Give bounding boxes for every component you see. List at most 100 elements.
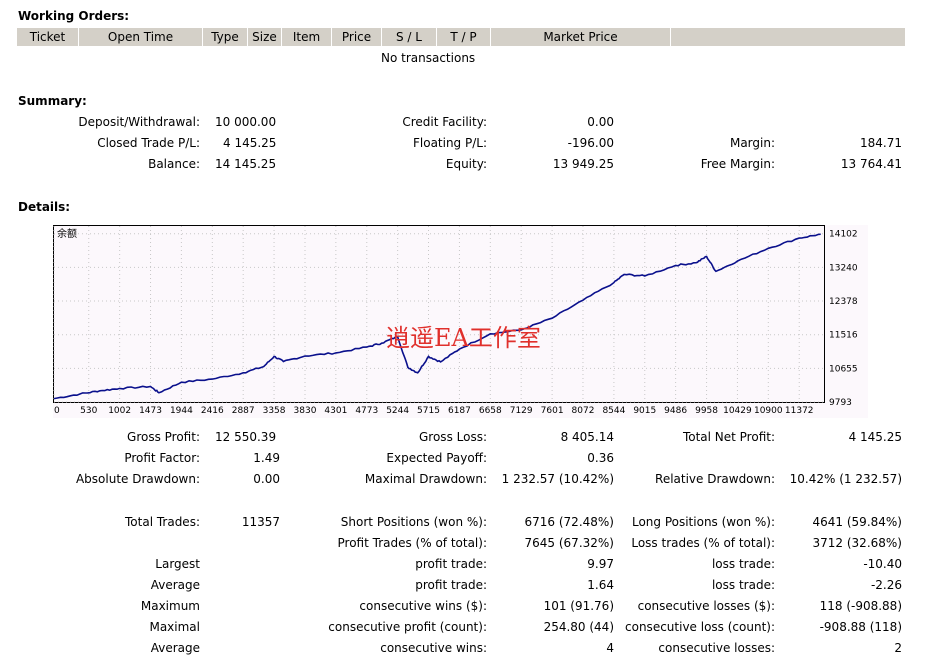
y-tick-label: 10655 bbox=[829, 364, 858, 374]
loss-trades-label: Loss trades (% of total): bbox=[631, 536, 775, 550]
average-loss-value: -2.26 bbox=[870, 578, 902, 592]
x-tick-label: 10900 bbox=[754, 406, 783, 416]
column-stop-loss[interactable]: S / L bbox=[382, 28, 437, 46]
max-cons-losses-value: 118 (-908.88) bbox=[819, 599, 902, 613]
x-tick-label: 5715 bbox=[417, 406, 440, 416]
column-blank bbox=[671, 28, 905, 46]
maximal-cons-profit-label: consecutive profit (count): bbox=[328, 620, 487, 634]
x-tick-label: 4301 bbox=[324, 406, 347, 416]
x-tick-label: 3358 bbox=[263, 406, 286, 416]
max-cons-losses-label: consecutive losses ($): bbox=[637, 599, 775, 613]
column-open-time[interactable]: Open Time bbox=[79, 28, 203, 46]
average-loss-label: loss trade: bbox=[711, 578, 775, 592]
summary-title: Summary: bbox=[18, 94, 87, 108]
x-tick-label: 1002 bbox=[108, 406, 131, 416]
short-positions-value: 6716 (72.48%) bbox=[524, 515, 614, 529]
total-net-profit-value: 4 145.25 bbox=[848, 430, 902, 444]
loss-trades-value: 3712 (32.68%) bbox=[812, 536, 902, 550]
column-price[interactable]: Price bbox=[332, 28, 382, 46]
x-tick-label: 9958 bbox=[695, 406, 718, 416]
profit-factor-value: 1.49 bbox=[253, 451, 280, 465]
column-size[interactable]: Size bbox=[248, 28, 282, 46]
total-trades-label: Total Trades: bbox=[125, 515, 200, 529]
avg-cons-losses-value: 2 bbox=[894, 641, 902, 655]
orders-table-header: Ticket Open Time Type Size Item Price S … bbox=[17, 28, 905, 46]
maximal-label: Maximal bbox=[149, 620, 200, 634]
max-cons-wins-label: consecutive wins ($): bbox=[359, 599, 487, 613]
x-tick-label: 2887 bbox=[232, 406, 255, 416]
gross-profit-value: 12 550.39 bbox=[215, 430, 277, 444]
x-tick-label: 10429 bbox=[723, 406, 752, 416]
maximal-cons-loss-label: consecutive loss (count): bbox=[625, 620, 775, 634]
total-trades-value: 11357 bbox=[241, 515, 280, 529]
largest-loss-value: -10.40 bbox=[863, 557, 902, 571]
plot-area bbox=[53, 225, 825, 403]
x-tick-label: 8544 bbox=[602, 406, 625, 416]
column-ticket[interactable]: Ticket bbox=[17, 28, 79, 46]
maximal-cons-loss-value: -908.88 (118) bbox=[819, 620, 902, 634]
largest-loss-label: loss trade: bbox=[711, 557, 775, 571]
y-tick-label: 13240 bbox=[829, 263, 858, 273]
floating-pl-label: Floating P/L: bbox=[412, 136, 487, 150]
short-positions-label: Short Positions (won %): bbox=[340, 515, 487, 529]
details-title: Details: bbox=[18, 200, 71, 214]
credit-value: 0.00 bbox=[587, 115, 614, 129]
free-margin-label: Free Margin: bbox=[700, 157, 775, 171]
x-tick-label: 1473 bbox=[139, 406, 162, 416]
x-tick-label: 6187 bbox=[448, 406, 471, 416]
average-label: Average bbox=[150, 578, 200, 592]
x-tick-label: 5244 bbox=[386, 406, 409, 416]
balance-value: 14 145.25 bbox=[215, 157, 277, 171]
profit-trades-value: 7645 (67.32%) bbox=[524, 536, 614, 550]
long-positions-label: Long Positions (won %): bbox=[631, 515, 775, 529]
expected-payoff-label: Expected Payoff: bbox=[386, 451, 487, 465]
y-tick-label: 12378 bbox=[829, 297, 858, 307]
gross-loss-label: Gross Loss: bbox=[419, 430, 487, 444]
column-type[interactable]: Type bbox=[203, 28, 248, 46]
x-tick-label: 530 bbox=[80, 406, 97, 416]
x-tick-label: 9015 bbox=[633, 406, 656, 416]
absolute-drawdown-label: Absolute Drawdown: bbox=[75, 472, 200, 486]
max-cons-wins-value: 101 (91.76) bbox=[543, 599, 614, 613]
deposit-label: Deposit/Withdrawal: bbox=[78, 115, 200, 129]
x-tick-label: 4773 bbox=[355, 406, 378, 416]
x-tick-label: 7129 bbox=[510, 406, 533, 416]
largest-label: Largest bbox=[155, 557, 200, 571]
absolute-drawdown-value: 0.00 bbox=[253, 472, 280, 486]
column-item[interactable]: Item bbox=[282, 28, 332, 46]
watermark-text: 逍遥EA工作室 bbox=[386, 324, 541, 352]
largest-profit-value: 9.97 bbox=[587, 557, 614, 571]
free-margin-value: 13 764.41 bbox=[840, 157, 902, 171]
relative-drawdown-value: 10.42% (1 232.57) bbox=[789, 472, 902, 486]
maximal-drawdown-label: Maximal Drawdown: bbox=[364, 472, 487, 486]
y-tick-label: 11516 bbox=[829, 331, 858, 341]
expected-payoff-value: 0.36 bbox=[587, 451, 614, 465]
column-take-profit[interactable]: T / P bbox=[437, 28, 491, 46]
x-tick-label: 3830 bbox=[294, 406, 317, 416]
x-tick-label: 7601 bbox=[541, 406, 564, 416]
avg-cons-wins-value: 4 bbox=[606, 641, 614, 655]
working-orders-title: Working Orders: bbox=[18, 9, 130, 23]
average-profit-label: profit trade: bbox=[415, 578, 487, 592]
maximum-label: Maximum bbox=[140, 599, 200, 613]
average2-label: Average bbox=[150, 641, 200, 655]
avg-cons-losses-label: consecutive losses: bbox=[658, 641, 775, 655]
x-tick-label: 11372 bbox=[785, 406, 814, 416]
maximal-drawdown-value: 1 232.57 (10.42%) bbox=[501, 472, 614, 486]
y-tick-label: 14102 bbox=[829, 230, 858, 240]
total-net-profit-label: Total Net Profit: bbox=[682, 430, 775, 444]
average-profit-value: 1.64 bbox=[587, 578, 614, 592]
chart-legend: 余额 bbox=[57, 227, 77, 240]
column-market-price[interactable]: Market Price bbox=[491, 28, 671, 46]
maximal-cons-profit-value: 254.80 (44) bbox=[543, 620, 614, 634]
profit-factor-label: Profit Factor: bbox=[124, 451, 200, 465]
avg-cons-wins-label: consecutive wins: bbox=[380, 641, 487, 655]
x-tick-label: 8072 bbox=[572, 406, 595, 416]
y-tick-label: 9793 bbox=[829, 398, 852, 408]
profit-trades-label: Profit Trades (% of total): bbox=[337, 536, 487, 550]
balance-label: Balance: bbox=[148, 157, 200, 171]
x-tick-label: 1944 bbox=[170, 406, 193, 416]
deposit-value: 10 000.00 bbox=[215, 115, 277, 129]
credit-label: Credit Facility: bbox=[402, 115, 487, 129]
x-tick-label: 0 bbox=[54, 406, 60, 416]
